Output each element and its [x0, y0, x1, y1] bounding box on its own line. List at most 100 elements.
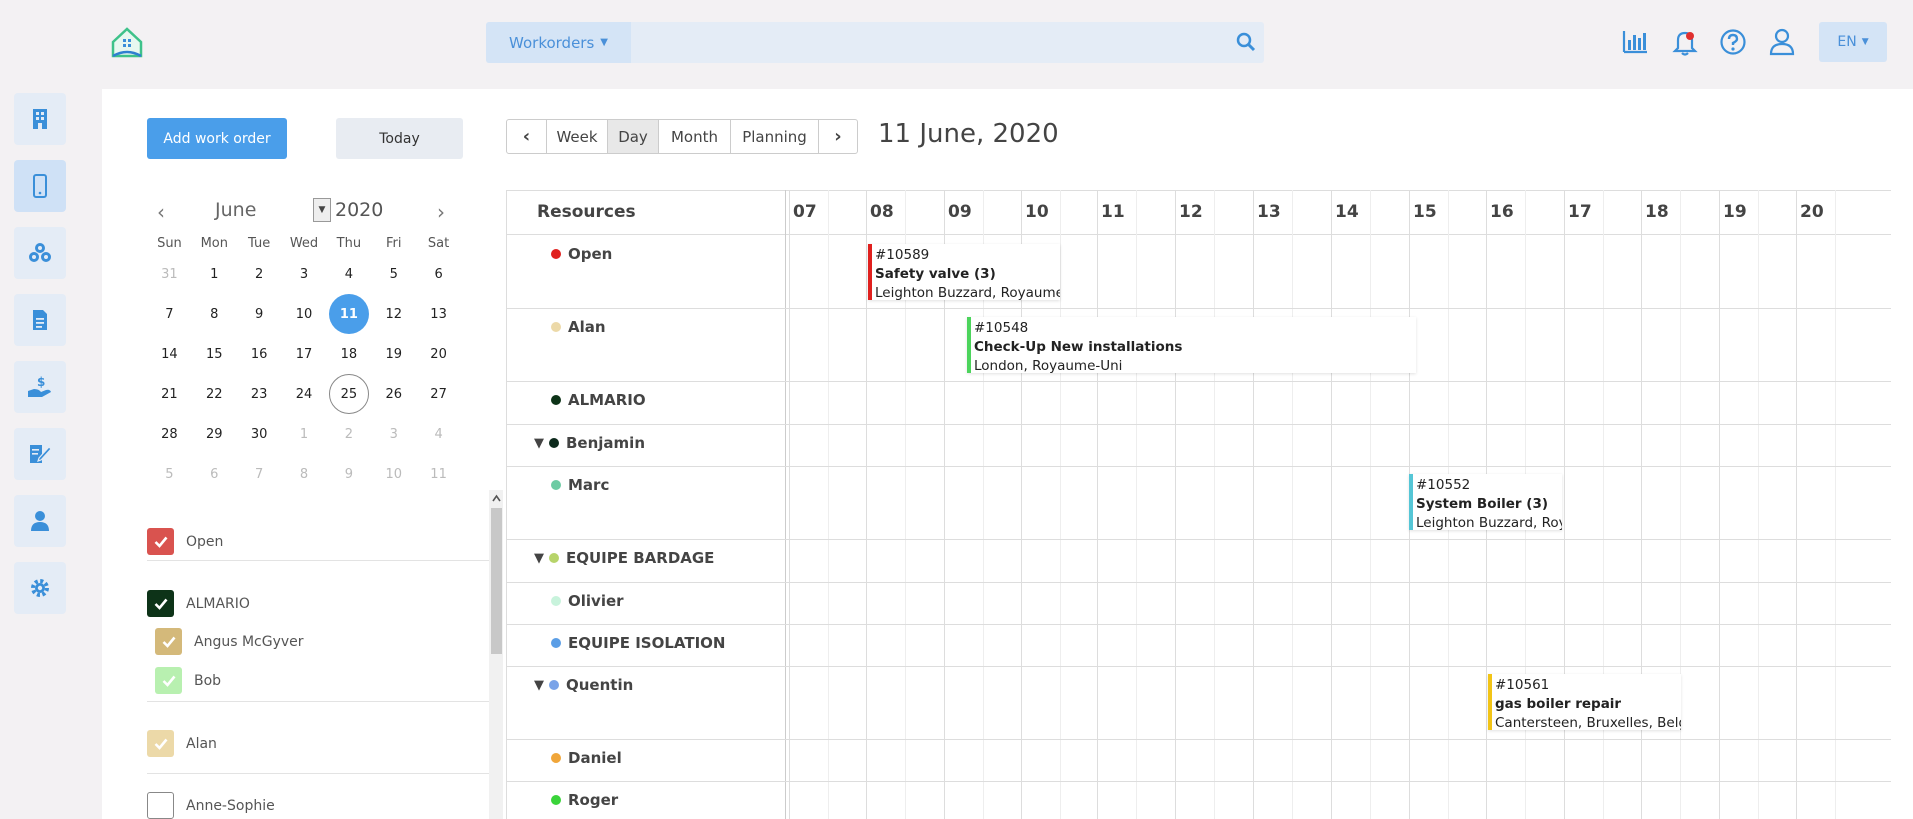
help-icon[interactable]: [1718, 27, 1748, 57]
resource-row-label[interactable]: Roger: [551, 791, 618, 809]
resource-row-label[interactable]: Olivier: [551, 592, 624, 610]
view-planning-button[interactable]: Planning: [730, 119, 819, 154]
search-icon[interactable]: [1236, 32, 1256, 52]
chart-icon[interactable]: [1620, 27, 1650, 57]
search-type-dropdown[interactable]: Workorders ▼: [486, 22, 631, 63]
calendar-day[interactable]: 18: [326, 334, 371, 374]
view-day-button[interactable]: Day: [607, 119, 659, 154]
calendar-day[interactable]: 30: [237, 414, 282, 454]
calendar-day[interactable]: 8: [282, 454, 327, 494]
filter-checkbox[interactable]: [147, 528, 174, 555]
next-month-icon[interactable]: ›: [437, 200, 445, 224]
filter-scrollbar-thumb[interactable]: [491, 508, 502, 654]
calendar-day[interactable]: 22: [192, 374, 237, 414]
calendar-day[interactable]: 1: [192, 254, 237, 294]
resource-row-label[interactable]: ALMARIO: [551, 391, 646, 409]
calendar-day[interactable]: 1: [282, 414, 327, 454]
calendar-day[interactable]: 13: [416, 294, 461, 334]
calendar-day[interactable]: 3: [371, 414, 416, 454]
prev-month-icon[interactable]: ‹: [157, 200, 165, 224]
calendar-day[interactable]: 8: [192, 294, 237, 334]
resource-row-label[interactable]: Daniel: [551, 749, 622, 767]
next-period-button[interactable]: ›: [818, 119, 858, 154]
calendar-day[interactable]: 10: [371, 454, 416, 494]
calendar-day[interactable]: 14: [147, 334, 192, 374]
calendar-day[interactable]: 27: [416, 374, 461, 414]
work-order-event[interactable]: #10561 gas boiler repair Cantersteen, Brux…: [1488, 674, 1681, 730]
work-order-event[interactable]: #10548 Check-Up New installations London, …: [967, 317, 1416, 373]
sidebar-item-settings[interactable]: [14, 562, 66, 614]
calendar-day[interactable]: 20: [416, 334, 461, 374]
calendar-day[interactable]: 12: [371, 294, 416, 334]
add-work-order-button[interactable]: Add work order: [147, 118, 287, 159]
calendar-day[interactable]: 11: [326, 294, 371, 334]
mini-calendar-year[interactable]: 2020: [335, 199, 383, 221]
calendar-day[interactable]: 31: [147, 254, 192, 294]
calendar-day[interactable]: 5: [147, 454, 192, 494]
sidebar-item-users[interactable]: [14, 495, 66, 547]
today-button[interactable]: Today: [336, 118, 463, 159]
resource-row-label[interactable]: Marc: [551, 476, 609, 494]
sidebar-item-documents[interactable]: [14, 294, 66, 346]
calendar-day[interactable]: 6: [416, 254, 461, 294]
calendar-day[interactable]: 7: [237, 454, 282, 494]
calendar-day[interactable]: 2: [237, 254, 282, 294]
calendar-day[interactable]: 29: [192, 414, 237, 454]
calendar-day[interactable]: 28: [147, 414, 192, 454]
calendar-day[interactable]: 2: [326, 414, 371, 454]
view-month-button[interactable]: Month: [658, 119, 731, 154]
view-week-button[interactable]: Week: [546, 119, 608, 154]
calendar-day[interactable]: 21: [147, 374, 192, 414]
filter-checkbox[interactable]: [147, 590, 174, 617]
filter-item[interactable]: Open: [147, 528, 223, 555]
calendar-day[interactable]: 19: [371, 334, 416, 374]
resource-row-label[interactable]: Alan: [551, 318, 606, 336]
calendar-day[interactable]: 15: [192, 334, 237, 374]
calendar-day[interactable]: 25: [326, 374, 371, 414]
calendar-day[interactable]: 5: [371, 254, 416, 294]
calendar-day[interactable]: 26: [371, 374, 416, 414]
resource-row-label[interactable]: ▼ Quentin: [534, 676, 633, 694]
sidebar-item-buildings[interactable]: [14, 93, 66, 145]
sidebar-item-stock[interactable]: [14, 227, 66, 279]
filter-item[interactable]: Alan: [147, 730, 217, 757]
scroll-up-icon[interactable]: [492, 494, 501, 502]
calendar-day[interactable]: 4: [416, 414, 461, 454]
calendar-day[interactable]: 9: [237, 294, 282, 334]
calendar-day[interactable]: 7: [147, 294, 192, 334]
app-logo[interactable]: [110, 26, 144, 60]
filter-checkbox[interactable]: [147, 792, 174, 819]
expand-triangle-icon[interactable]: ▼: [534, 551, 544, 566]
resource-row-label[interactable]: EQUIPE ISOLATION: [551, 634, 725, 652]
filter-checkbox[interactable]: [155, 628, 182, 655]
year-dropdown-icon[interactable]: ▼: [313, 198, 331, 222]
calendar-day[interactable]: 10: [282, 294, 327, 334]
calendar-day[interactable]: 17: [282, 334, 327, 374]
mini-calendar-month[interactable]: June: [215, 199, 256, 221]
calendar-day[interactable]: 4: [326, 254, 371, 294]
calendar-day[interactable]: 11: [416, 454, 461, 494]
work-order-event[interactable]: #10589 Safety valve (3) Leighton Buzzard, …: [868, 244, 1060, 300]
calendar-day[interactable]: 24: [282, 374, 327, 414]
sidebar-item-mobile[interactable]: [14, 160, 66, 212]
resource-row-label[interactable]: ▼ Benjamin: [534, 434, 645, 452]
filter-checkbox[interactable]: [147, 730, 174, 757]
filter-item[interactable]: ALMARIO: [147, 590, 250, 617]
calendar-day[interactable]: 6: [192, 454, 237, 494]
sidebar-item-billing[interactable]: $: [14, 361, 66, 413]
filter-item[interactable]: Bob: [155, 667, 221, 694]
profile-icon[interactable]: [1767, 27, 1797, 57]
work-order-event[interactable]: #10552 System Boiler (3) Leighton Buzzard,…: [1409, 474, 1562, 530]
calendar-day[interactable]: 16: [237, 334, 282, 374]
resource-row-label[interactable]: ▼ EQUIPE BARDAGE: [534, 549, 714, 567]
bell-icon[interactable]: [1670, 27, 1700, 57]
sidebar-item-contracts[interactable]: [14, 428, 66, 480]
calendar-day[interactable]: 9: [326, 454, 371, 494]
expand-triangle-icon[interactable]: ▼: [534, 678, 544, 693]
filter-item[interactable]: Angus McGyver: [155, 628, 304, 655]
calendar-day[interactable]: 3: [282, 254, 327, 294]
language-dropdown[interactable]: EN ▼: [1819, 22, 1887, 62]
filter-checkbox[interactable]: [155, 667, 182, 694]
calendar-day[interactable]: 23: [237, 374, 282, 414]
prev-period-button[interactable]: ‹: [506, 119, 547, 154]
